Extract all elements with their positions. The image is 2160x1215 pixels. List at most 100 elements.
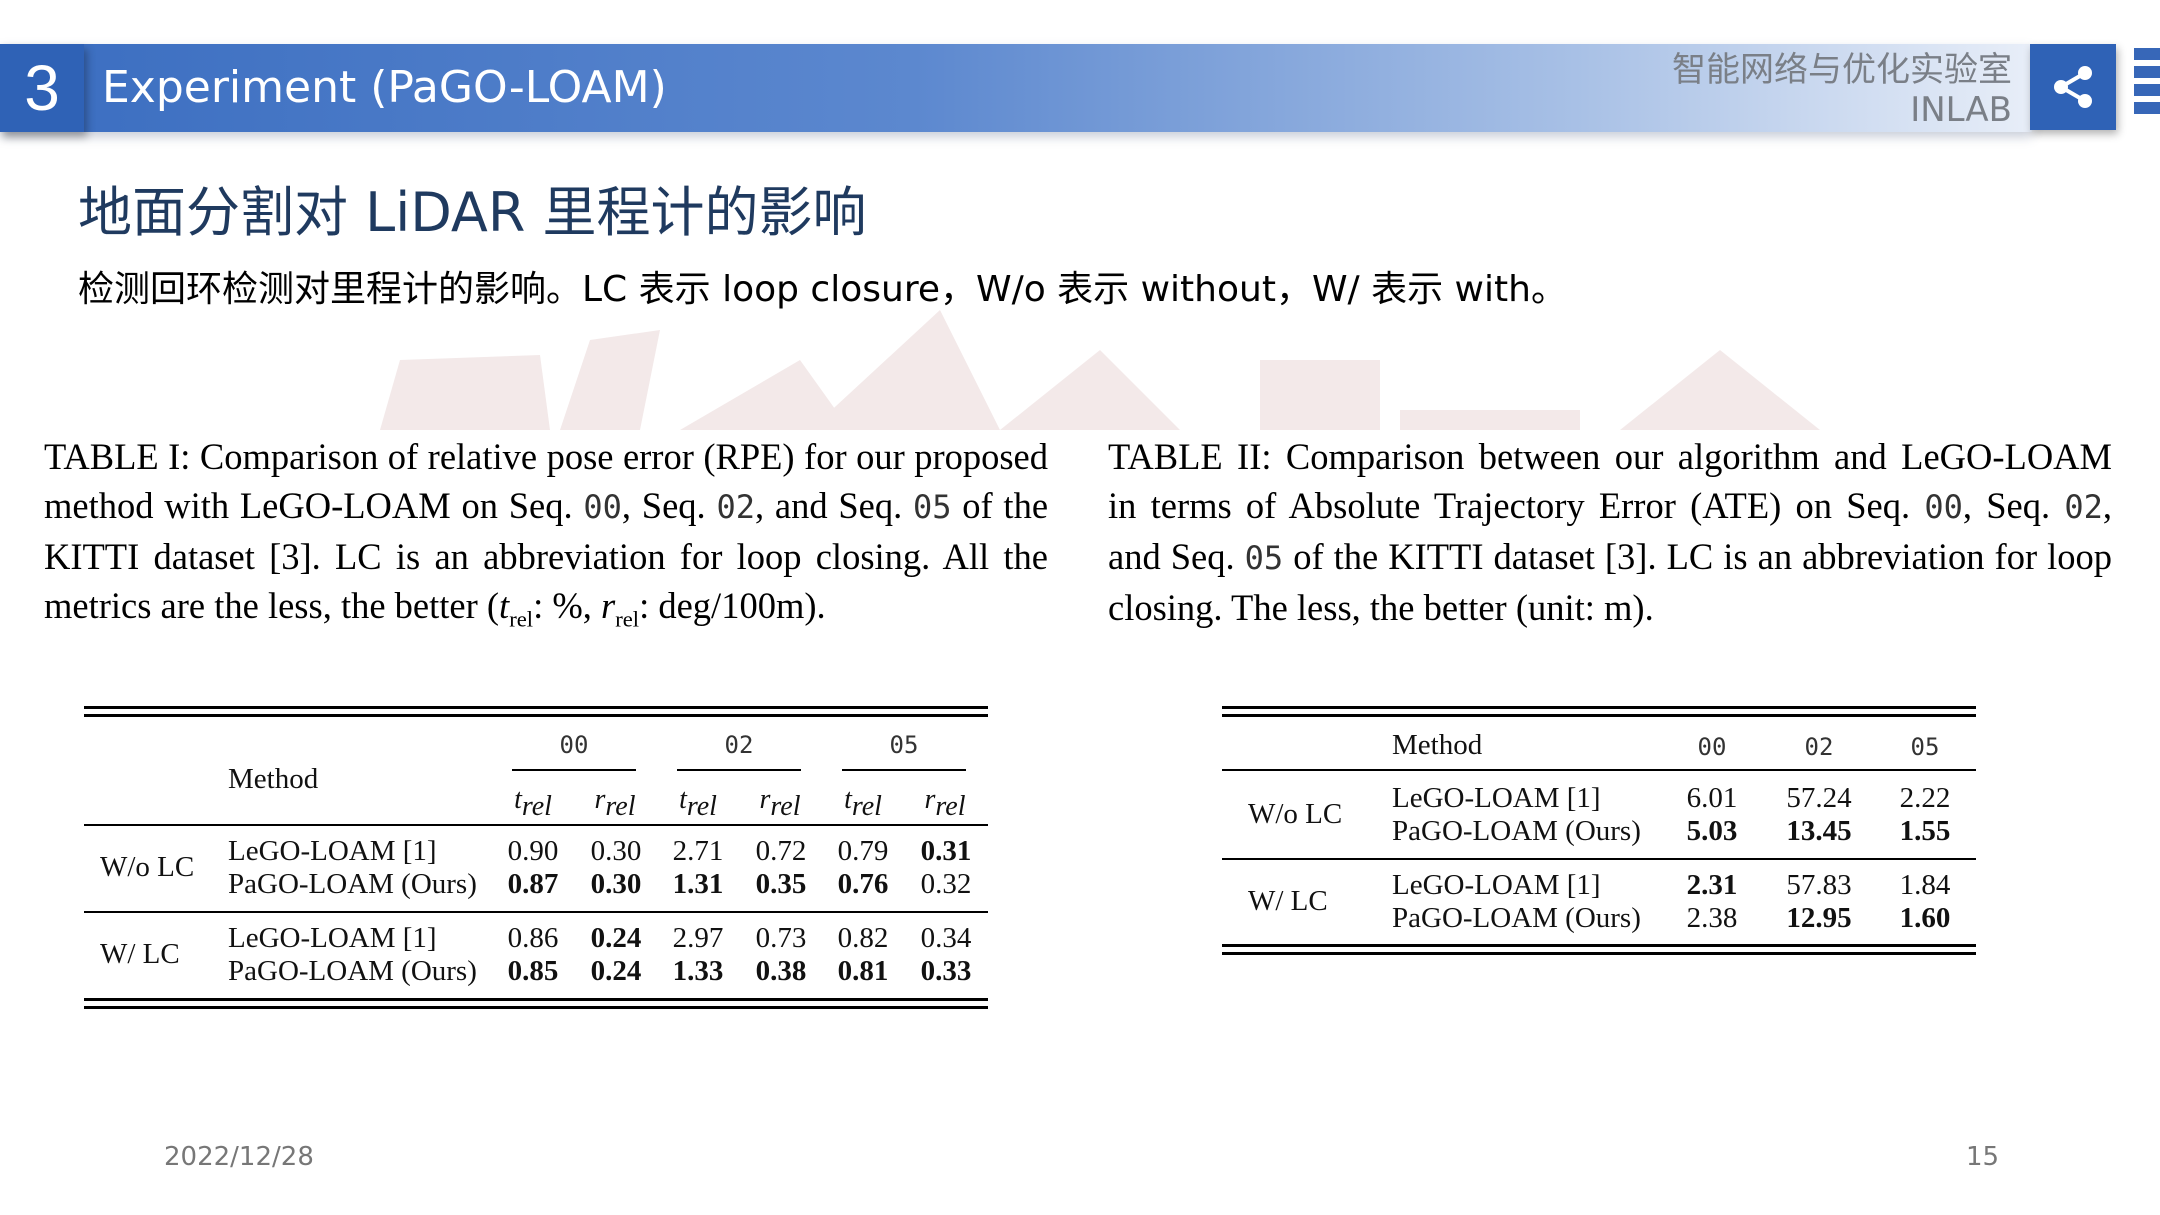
table2-group-rule xyxy=(1222,858,1976,860)
table1-value-cell-best: 0.30 xyxy=(590,868,642,900)
table1-value-cell: 0.72 xyxy=(755,835,807,867)
table2-bottom-rule xyxy=(1222,944,1976,947)
slide: 3 Experiment (PaGO-LOAM) 智能网络与优化实验室 INLA… xyxy=(0,0,2160,1215)
table1-method-cell: PaGO-LOAM (Ours) xyxy=(228,955,477,987)
metric-r-header: rrel xyxy=(924,784,966,822)
table2-value-cell-best: 1.60 xyxy=(1899,902,1951,934)
table2-method-cell: LeGO-LOAM [1] xyxy=(1392,869,1601,901)
table2-seq-header: 00 xyxy=(1697,733,1727,761)
table1-method-cell: PaGO-LOAM (Ours) xyxy=(228,868,477,900)
table2-top-rule xyxy=(1222,706,1976,709)
table1-method-cell: LeGO-LOAM [1] xyxy=(228,835,437,867)
table1-value-cell-best: 0.38 xyxy=(755,955,807,987)
table2-mid-rule xyxy=(1222,769,1976,771)
table1-value-cell-best: 0.87 xyxy=(507,868,559,900)
metric-t-header: trel xyxy=(844,784,882,822)
table2-method-cell: PaGO-LOAM (Ours) xyxy=(1392,902,1641,934)
table1-value-cell-best: 1.31 xyxy=(672,868,724,900)
table2-value-cell-best: 1.55 xyxy=(1899,815,1951,847)
table1-value-cell: 0.34 xyxy=(920,922,972,954)
table1-cmid-05 xyxy=(842,769,966,771)
table2-bottom-rule-2 xyxy=(1222,952,1976,955)
table2-method-cell: PaGO-LOAM (Ours) xyxy=(1392,815,1641,847)
metric-r-header: rrel xyxy=(594,784,636,822)
lab-name-en: INLAB xyxy=(1910,90,2012,130)
table1-value-cell: 0.73 xyxy=(755,922,807,954)
table1-value-cell-best: 0.85 xyxy=(507,955,559,987)
caption-sep: , and Seq. xyxy=(754,485,903,526)
lab-name: 智能网络与优化实验室 INLAB xyxy=(1672,50,2012,130)
r-unit: : deg/100m). xyxy=(639,585,826,626)
table1-seq-header: 05 xyxy=(889,731,919,759)
table2-value-cell: 57.24 xyxy=(1786,782,1852,814)
caption-sep: , Seq. xyxy=(1962,485,2051,526)
table1-value-cell: 0.32 xyxy=(920,868,972,900)
table1-method-cell: LeGO-LOAM [1] xyxy=(228,922,437,954)
t-unit: : %, xyxy=(533,585,601,626)
lab-name-cn: 智能网络与优化实验室 xyxy=(1672,50,2012,90)
table1-mid-rule xyxy=(84,824,988,826)
table1-cmid-02 xyxy=(677,769,801,771)
table1-top-rule-2 xyxy=(84,714,988,717)
table1-value-cell-best: 0.31 xyxy=(920,835,972,867)
table1-value-cell-best: 1.33 xyxy=(672,955,724,987)
rel-subscript: rel xyxy=(509,606,534,632)
side-decoration xyxy=(2134,48,2160,134)
table2-value-cell-best: 5.03 xyxy=(1686,815,1738,847)
table1-value-cell: 0.30 xyxy=(590,835,642,867)
table1-seq-header: 00 xyxy=(559,731,589,759)
seq-02-label: 02 xyxy=(2064,488,2103,526)
table1-value-cell: 0.82 xyxy=(837,922,889,954)
table1-value-cell-best: 0.35 xyxy=(755,868,807,900)
table1-caption: TABLE I: Comparison of relative pose err… xyxy=(44,432,1048,643)
table1-value-cell: 2.97 xyxy=(672,922,724,954)
watermark-logo xyxy=(380,310,1820,430)
metric-t-header: trel xyxy=(514,784,552,822)
table1-value-cell: 2.71 xyxy=(672,835,724,867)
r-symbol: r xyxy=(601,585,616,626)
section-number: 3 xyxy=(0,44,84,132)
share-icon xyxy=(2054,66,2092,108)
table1-value-cell-best: 0.33 xyxy=(920,955,972,987)
table1-method-header: Method xyxy=(228,763,319,795)
seq-02-label: 02 xyxy=(716,488,755,526)
table2-value-cell: 2.22 xyxy=(1899,782,1951,814)
table2-top-rule-2 xyxy=(1222,714,1976,717)
metric-r-header: rrel xyxy=(759,784,801,822)
table1-value-cell: 0.86 xyxy=(507,922,559,954)
caption-sep: , Seq. xyxy=(621,485,706,526)
table2-value-cell: 1.84 xyxy=(1899,869,1951,901)
table1-group-rule xyxy=(84,911,988,913)
table2-value-cell-best: 12.95 xyxy=(1786,902,1852,934)
table1-value-cell-best: 0.81 xyxy=(837,955,889,987)
page-title: 地面分割对 LiDAR 里程计的影响 xyxy=(78,181,867,244)
table1-value-cell-best: 0.24 xyxy=(590,955,642,987)
table2-group-label: W/o LC xyxy=(1248,798,1343,830)
seq-00-label: 00 xyxy=(1924,488,1963,526)
page-number: 15 xyxy=(1966,1142,2000,1172)
table1-top-rule xyxy=(84,706,988,709)
table2-value-cell: 6.01 xyxy=(1686,782,1738,814)
table2-value-cell: 57.83 xyxy=(1786,869,1852,901)
section-title: Experiment (PaGO-LOAM) xyxy=(102,62,667,113)
table2-seq-header: 05 xyxy=(1910,733,1940,761)
table1-seq-header: 02 xyxy=(724,731,754,759)
table2-value-cell-best: 13.45 xyxy=(1786,815,1852,847)
table1-group-label: W/o LC xyxy=(100,851,195,883)
table1-value-cell: 0.90 xyxy=(507,835,559,867)
share-button[interactable] xyxy=(2030,44,2116,130)
table1-value-cell-best: 0.24 xyxy=(590,922,642,954)
seq-00-label: 00 xyxy=(583,488,622,526)
table1-value-cell-best: 0.76 xyxy=(837,868,889,900)
t-symbol: t xyxy=(499,585,510,626)
table1-bottom-rule xyxy=(84,998,988,1001)
table1-cmid-00 xyxy=(512,769,636,771)
table1-group-label: W/ LC xyxy=(100,938,180,970)
seq-05-label: 05 xyxy=(912,488,952,526)
table1-value-cell: 0.79 xyxy=(837,835,889,867)
table2-seq-header: 02 xyxy=(1804,733,1834,761)
metric-t-header: trel xyxy=(679,784,717,822)
seq-05-label: 05 xyxy=(1244,539,1284,577)
table1-bottom-rule-2 xyxy=(84,1006,988,1009)
table2-method-cell: LeGO-LOAM [1] xyxy=(1392,782,1601,814)
